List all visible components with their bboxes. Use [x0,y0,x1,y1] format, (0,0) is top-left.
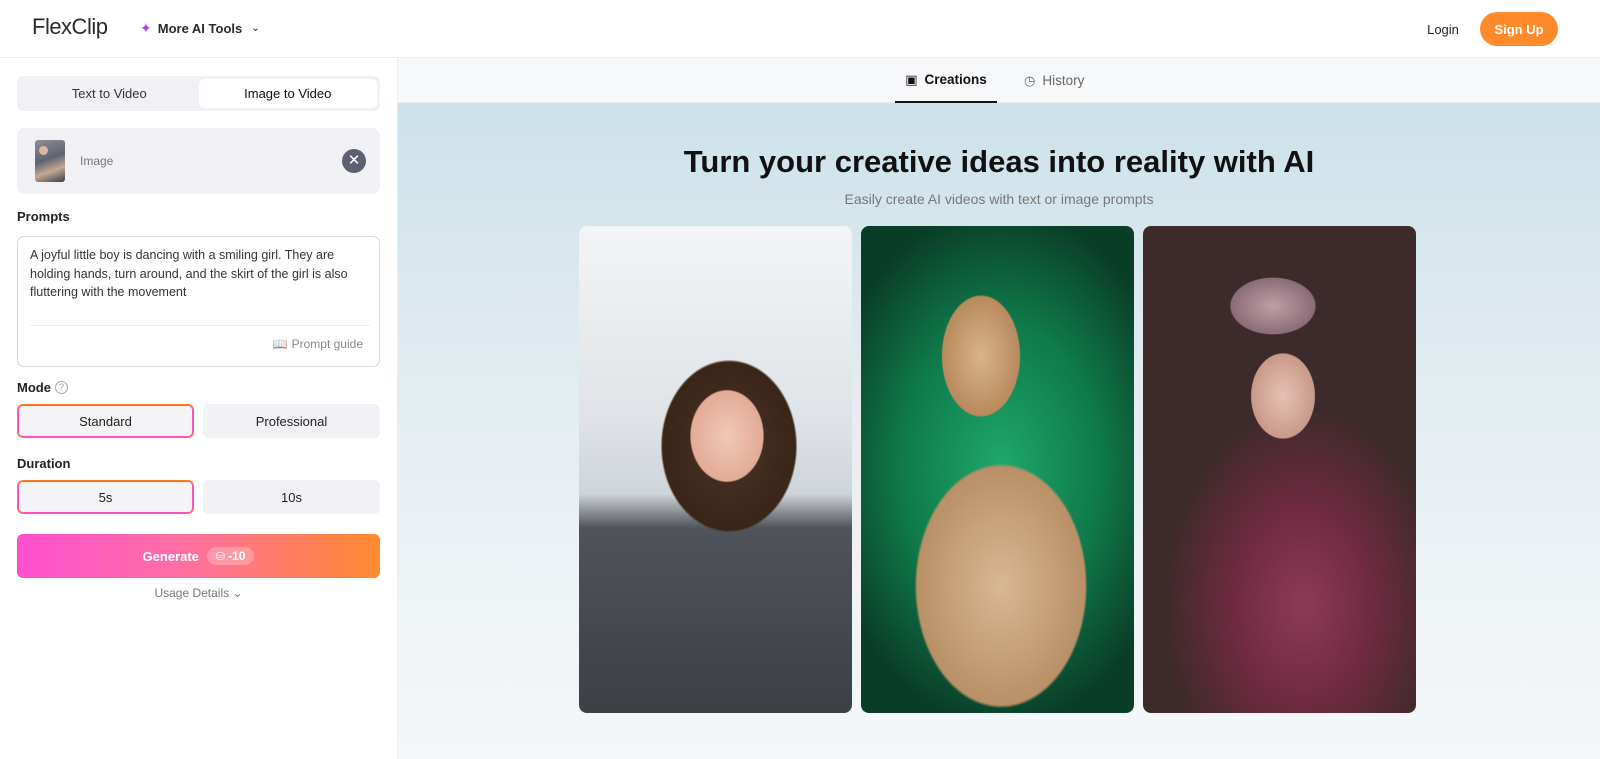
mode-professional-option[interactable]: Professional [203,404,380,438]
book-icon: 📖 [272,337,288,351]
tab-text-to-video[interactable]: Text to Video [20,79,199,108]
more-ai-tools-dropdown[interactable]: ✦ More AI Tools ⌄ [140,20,260,37]
image-label: Image [80,154,114,168]
image-icon: ▣ [905,71,918,87]
example-video-crowned-woman[interactable] [1143,226,1416,713]
tab-creations[interactable]: ▣ Creations [895,58,997,103]
duration-10s-option[interactable]: 10s [203,480,380,514]
prompt-text[interactable]: A joyful little boy is dancing with a sm… [30,246,360,302]
duration-label: Duration [17,456,71,471]
tab-history-label: History [1042,73,1085,88]
example-video-woman-snow[interactable] [579,226,852,713]
prompt-divider [30,325,370,326]
results-tabbar: ▣ Creations ◷ History [398,58,1600,103]
example-video-statue[interactable] [861,226,1134,713]
duration-5s-option[interactable]: 5s [17,480,194,514]
tab-history[interactable]: ◷ History [1024,58,1088,103]
credit-cost: -10 [228,549,246,563]
sparkle-icon: ✦ [140,20,152,36]
creation-mode-toggle: Text to Video Image to Video [17,76,380,111]
uploaded-image-card[interactable]: Image ✕ [17,128,380,194]
prompt-guide-link[interactable]: 📖 Prompt guide [273,337,363,351]
mode-label: Mode [17,380,51,395]
prompt-textarea[interactable]: A joyful little boy is dancing with a sm… [17,236,380,367]
more-ai-tools-label: More AI Tools [157,21,243,36]
signup-button[interactable]: Sign Up [1480,12,1558,46]
flexclip-logo[interactable]: FlexClip [32,14,108,40]
usage-details-toggle[interactable]: Usage Details ⌄ [17,586,380,600]
login-button[interactable]: Login [1410,13,1476,45]
credit-cost-badge: ⛁ -10 [206,547,255,565]
top-header: FlexClip ✦ More AI Tools ⌄ Login Sign Up [0,0,1600,58]
creations-area: ▣ Creations ◷ History Turn your creative… [398,58,1600,759]
generate-label: Generate [142,548,199,564]
generate-button[interactable]: Generate ⛁ -10 [17,534,380,578]
prompt-guide-label: Prompt guide [291,337,363,351]
prompts-label: Prompts [17,209,70,224]
mode-standard-option[interactable]: Standard [17,404,194,438]
chevron-down-icon: ⌄ [251,23,260,34]
hero-title: Turn your creative ideas into reality wi… [683,144,1315,179]
help-icon[interactable]: ? [55,381,68,394]
tab-image-to-video[interactable]: Image to Video [198,79,377,108]
image-thumbnail [35,140,65,182]
remove-image-button[interactable]: ✕ [342,149,366,173]
credit-icon: ⛁ [215,550,226,563]
close-icon: ✕ [347,152,361,169]
clock-icon: ◷ [1024,72,1036,88]
generation-panel: Text to Video Image to Video Image ✕ Pro… [0,58,398,759]
tab-creations-label: Creations [924,72,987,87]
hero-subtitle: Easily create AI videos with text or ima… [844,191,1154,207]
logo-text: FlexClip [32,14,108,39]
usage-details-label: Usage Details [154,586,230,600]
chevron-down-icon: ⌄ [232,586,243,600]
